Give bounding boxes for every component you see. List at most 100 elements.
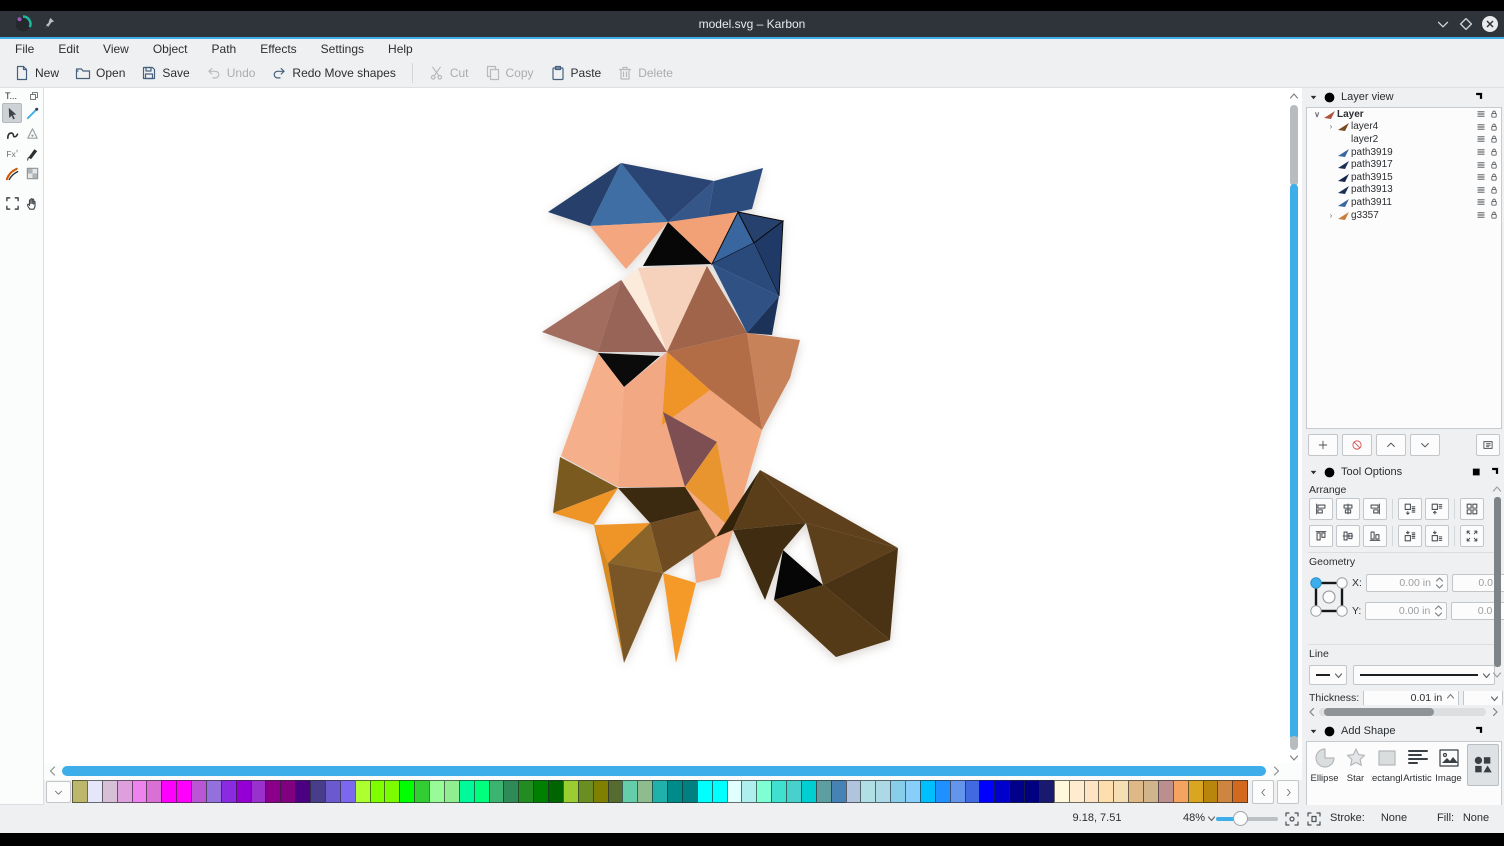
palette-swatch[interactable] [727, 780, 743, 803]
visibility-icon[interactable] [1476, 185, 1486, 195]
layer-row-path3913[interactable]: path3913 [1307, 184, 1501, 197]
lock-icon[interactable] [1489, 197, 1499, 207]
align-left-button[interactable] [1309, 498, 1333, 520]
save-button[interactable]: Save [133, 61, 197, 85]
line-cap-select[interactable] [1309, 665, 1347, 685]
palette-swatch[interactable] [1024, 780, 1040, 803]
palette-swatch[interactable] [1217, 780, 1233, 803]
palette-swatch[interactable] [340, 780, 356, 803]
gradient-tool[interactable] [22, 123, 42, 143]
palette-swatch[interactable] [712, 780, 728, 803]
panel-collapse-icon[interactable] [1309, 93, 1318, 102]
zoom-select[interactable]: 48% [1183, 812, 1216, 824]
palette-swatch[interactable] [265, 780, 281, 803]
open-button[interactable]: Open [67, 61, 133, 85]
tree-expander-icon[interactable]: › [1325, 211, 1337, 220]
palette-next-button[interactable] [1277, 780, 1299, 804]
copy-button[interactable]: Copy [477, 61, 542, 85]
palette-swatch[interactable] [1203, 780, 1219, 803]
palette-swatch[interactable] [593, 780, 609, 803]
minimize-button[interactable] [1434, 15, 1452, 33]
shape-collection-button[interactable] [1467, 744, 1499, 786]
shape-ellipse[interactable]: Ellipse [1309, 744, 1340, 805]
raise-layer-button[interactable] [1376, 434, 1406, 456]
vertical-scrollbar[interactable] [1287, 88, 1301, 763]
menu-edit[interactable]: Edit [46, 40, 91, 58]
cut-button[interactable]: Cut [421, 61, 477, 85]
palette-swatch[interactable] [355, 780, 371, 803]
visibility-icon[interactable] [1476, 172, 1486, 182]
palette-swatch[interactable] [935, 780, 951, 803]
palette-swatch[interactable] [206, 780, 222, 803]
palette-swatch[interactable] [132, 780, 148, 803]
stroke-value[interactable]: None [1378, 812, 1410, 824]
palette-swatch[interactable] [920, 780, 936, 803]
layer-row-layer2[interactable]: layer2 [1307, 133, 1501, 146]
palette-swatch[interactable] [280, 780, 296, 803]
palette-swatch[interactable] [1009, 780, 1025, 803]
new-view-icon[interactable] [1471, 466, 1483, 478]
palette-swatch[interactable] [429, 780, 445, 803]
lock-icon[interactable] [1489, 210, 1499, 220]
tool-options-vscroll-thumb[interactable] [1494, 497, 1501, 667]
palette-swatch[interactable] [489, 780, 505, 803]
align-right-button[interactable] [1363, 498, 1387, 520]
palette-swatch[interactable] [161, 780, 177, 803]
brush-tool[interactable] [2, 163, 22, 183]
redo-move-shapes-button[interactable]: Redo Move shapes [263, 61, 403, 85]
tool-options-hscroll-thumb[interactable] [1324, 708, 1434, 716]
palette-swatch[interactable] [221, 780, 237, 803]
close-panel-icon[interactable] [1489, 726, 1500, 737]
pattern-tool[interactable] [22, 163, 42, 183]
palette-swatch[interactable] [860, 780, 876, 803]
menu-file[interactable]: File [3, 40, 46, 58]
palette-swatch[interactable] [1158, 780, 1174, 803]
palette-swatch[interactable] [533, 780, 549, 803]
lock-icon[interactable] [1489, 122, 1499, 132]
group-button[interactable] [1460, 498, 1484, 520]
visibility-icon[interactable] [1476, 197, 1486, 207]
palette-swatch[interactable] [965, 780, 981, 803]
palette-swatch[interactable] [191, 780, 207, 803]
ungroup-button[interactable] [1460, 525, 1484, 547]
palette-swatch[interactable] [1113, 780, 1129, 803]
layer-row-g3357[interactable]: ›g3357 [1307, 209, 1501, 222]
tool-options-hscrollbar[interactable] [1304, 706, 1504, 718]
palette-swatch[interactable] [786, 780, 802, 803]
select-tool[interactable] [2, 103, 22, 123]
zoom-slider-handle[interactable] [1233, 811, 1248, 826]
lock-icon[interactable] [1489, 109, 1499, 119]
calligraphy-tool[interactable] [22, 143, 42, 163]
toolbox-float-icon[interactable] [29, 91, 39, 101]
scroll-right-icon[interactable] [1270, 765, 1282, 777]
add-layer-button[interactable] [1308, 434, 1338, 456]
horizontal-scrollbar[interactable] [44, 763, 1302, 780]
palette-swatch[interactable] [295, 780, 311, 803]
palette-swatch[interactable] [682, 780, 698, 803]
raise-button[interactable] [1398, 498, 1422, 520]
palette-swatch[interactable] [459, 780, 475, 803]
palette-swatch[interactable] [905, 780, 921, 803]
delete-layer-button[interactable] [1342, 434, 1372, 456]
palette-swatch[interactable] [979, 780, 995, 803]
palette-swatch[interactable] [236, 780, 252, 803]
menu-effects[interactable]: Effects [248, 40, 308, 58]
palette-swatch[interactable] [846, 780, 862, 803]
panel-collapse-icon[interactable] [1309, 727, 1318, 736]
layer-row-path3911[interactable]: path3911 [1307, 196, 1501, 209]
palette-swatch[interactable] [816, 780, 832, 803]
layer-row-layer[interactable]: ∨Layer [1307, 108, 1501, 121]
visibility-icon[interactable] [1476, 109, 1486, 119]
palette-swatch[interactable] [994, 780, 1010, 803]
palette-swatch[interactable] [444, 780, 460, 803]
hscroll-thumb[interactable] [62, 766, 1266, 776]
tree-expander-icon[interactable]: › [1325, 122, 1337, 131]
scroll-left-icon[interactable] [47, 765, 59, 777]
palette-swatch[interactable] [756, 780, 772, 803]
anchor-point-selector[interactable] [1309, 574, 1349, 622]
lower-layer-button[interactable] [1410, 434, 1440, 456]
menu-view[interactable]: View [91, 40, 141, 58]
lower-bottom-button[interactable] [1425, 525, 1449, 547]
palette-swatch[interactable] [1098, 780, 1114, 803]
paste-button[interactable]: Paste [542, 61, 610, 85]
